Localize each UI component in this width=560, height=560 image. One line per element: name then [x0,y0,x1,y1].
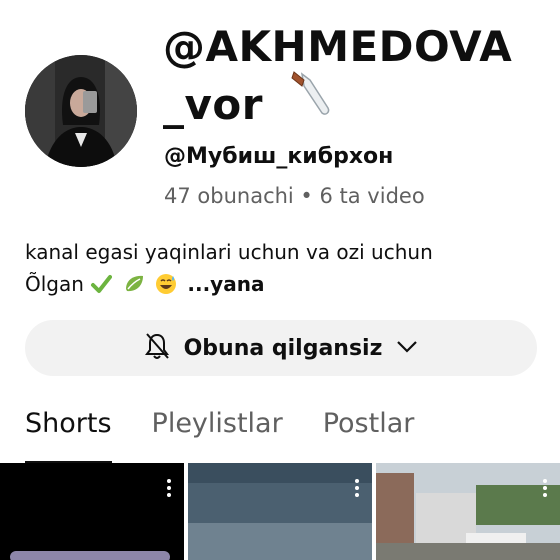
channel-avatar[interactable] [25,55,137,167]
subscribed-button[interactable]: Obuna qilgansiz [25,320,537,376]
thumbnail-image [0,463,184,560]
description-line1: kanal egasi yaqinlari uchun va ozi uchun [25,240,433,264]
tab-posts[interactable]: Postlar [323,408,415,464]
thumbnail-image [376,463,560,560]
channel-title-line1: @AKHMEDOVA [163,22,513,71]
short-thumbnail[interactable] [0,463,184,560]
leaf-icon [123,272,145,304]
knife-icon [288,70,338,135]
profile-photo [25,55,137,167]
shorts-grid [0,463,560,560]
short-thumbnail[interactable] [376,463,560,560]
description-more-link[interactable]: ...yana [187,272,264,296]
thumbnail-image [188,463,372,560]
chevron-down-icon [396,339,418,358]
tab-playlists[interactable]: Pleylistlar [152,408,283,464]
more-vert-icon[interactable] [542,479,548,499]
channel-handle: @Мубиш_кибрхон [164,144,394,169]
channel-stats: 47 obunachi • 6 ta video [164,184,425,208]
channel-title: @AKHMEDOVA _vor [163,18,543,135]
channel-description[interactable]: kanal egasi yaqinlari uchun va ozi uchun… [25,236,545,304]
more-vert-icon[interactable] [354,479,360,499]
description-line2: Õlgan [25,272,84,296]
channel-tabs: Shorts Pleylistlar Postlar [25,408,414,464]
bell-off-icon [144,332,170,364]
short-thumbnail[interactable] [188,463,372,560]
tab-shorts[interactable]: Shorts [25,408,112,464]
channel-title-line2: _vor [163,80,263,129]
more-vert-icon[interactable] [166,479,172,499]
grinning-sweat-icon [155,272,177,304]
subscribed-label: Obuna qilgansiz [183,335,383,361]
check-mark-icon [90,272,113,304]
